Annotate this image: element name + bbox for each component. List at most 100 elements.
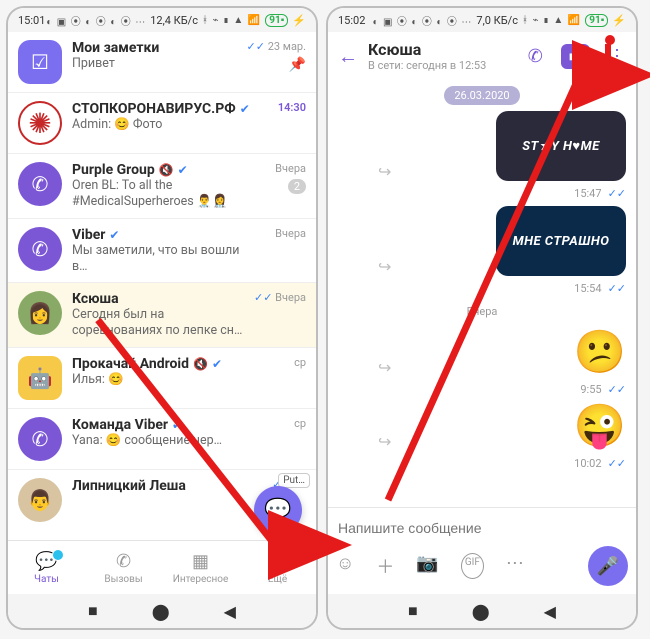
message-input[interactable] xyxy=(336,516,628,546)
status-icons: ◐ ▣ ⦿ ◐ ⦿ ◐ ⦿ ⋯ xyxy=(46,13,146,28)
verified-badge-icon: ✔ xyxy=(172,418,182,432)
chat-title: Команда Viber xyxy=(72,417,168,433)
pin-icon: 📌 xyxy=(289,57,306,73)
sticker-stay-home[interactable]: ST★Y H♥ME xyxy=(496,111,626,181)
back-button[interactable]: ◀ xyxy=(544,602,556,621)
add-media-icon[interactable]: ＋ xyxy=(376,553,394,579)
composer: ☺ ＋ 📷 GIF ⋯ 🎤 xyxy=(328,507,636,594)
charge-icon: ⚡ xyxy=(612,14,626,27)
verified-badge-icon: ✔ xyxy=(178,163,188,177)
chat-row-team[interactable]: ✆ Команда Viber ✔ Yana: 😊 сообщение чер…… xyxy=(8,409,316,470)
sticker-picker-icon[interactable]: ☺ xyxy=(336,553,354,579)
mic-icon: 🎤 xyxy=(597,556,619,577)
verified-badge-icon: ✔ xyxy=(212,357,222,371)
back-arrow-icon[interactable]: ← xyxy=(338,44,358,69)
phone-conversation: 15:02 ◐ ▣ ⦿ ◐ ⦿ ◐ ⦿ ⋯ 7,0 КБ/с ᚼ ⌁ ▮ ▲ 📶… xyxy=(326,6,638,630)
chat-preview: Сегодня был на соревнованиях по лепке сн… xyxy=(72,307,244,338)
avatar-corona-icon: ✺ xyxy=(18,101,62,145)
avatar-photo: 👩 xyxy=(18,291,62,335)
chat-row-purple[interactable]: ✆ Purple Group 🔇 ✔ Oren BL: To all the #… xyxy=(8,154,316,219)
chat-title: Прокачай Android xyxy=(72,356,189,372)
last-seen: В сети: сегодня в 12:53 xyxy=(368,59,486,72)
camera-icon[interactable]: 📷 xyxy=(416,553,438,579)
status-net: 7,0 КБ/с xyxy=(476,14,518,27)
nav-chats[interactable]: 💬 Чаты xyxy=(8,541,85,594)
recents-button[interactable]: ■ xyxy=(88,601,98,621)
muted-icon: 🔇 xyxy=(159,163,174,177)
forward-icon[interactable]: ↪ xyxy=(378,162,391,181)
chat-row-android[interactable]: 🤖 Прокачай Android 🔇 ✔ Илья: 😊 ср xyxy=(8,348,316,409)
status-time: 15:01 xyxy=(18,14,45,27)
chat-title: Viber xyxy=(72,227,105,243)
chat-bubble-icon: 💬 xyxy=(264,498,291,523)
battery-icon: 91▪ xyxy=(585,14,608,27)
chat-row-viber[interactable]: ✆ Viber ✔ Мы заметили, что вы вошли в… В… xyxy=(8,219,316,283)
video-call-button[interactable]: ■• xyxy=(561,44,590,69)
day-separator: Вчера xyxy=(338,305,626,318)
status-signal-icons: ᚼ ⌁ ▮ ▲ 📶 xyxy=(202,15,261,26)
chat-preview: Мы заметили, что вы вошли в… xyxy=(72,243,250,274)
unread-count: 2 xyxy=(288,179,306,194)
chat-preview: Oren BL: To all the #MedicalSuperheroes … xyxy=(72,178,250,210)
forward-icon[interactable]: ↪ xyxy=(378,257,391,276)
home-button[interactable]: ⬤ xyxy=(472,602,490,621)
overflow-menu-icon[interactable]: ⋮ xyxy=(608,46,626,67)
chat-title: СТОПКОРОНАВИРУС.РФ xyxy=(72,101,236,117)
chat-preview: Yana: 😊 сообщение чер… xyxy=(72,433,250,449)
android-navbar: ■ ⬤ ◀ xyxy=(8,594,316,628)
nav-explore[interactable]: ▦ Интересное xyxy=(162,541,239,594)
android-navbar: ■ ⬤ ◀ xyxy=(328,594,636,628)
chat-row-corona[interactable]: ✺ СТОПКОРОНАВИРУС.РФ ✔ Admin: 😊 Фото 14:… xyxy=(8,93,316,154)
conversation-title[interactable]: Ксюша xyxy=(368,40,486,59)
voice-message-button[interactable]: 🎤 xyxy=(588,546,628,586)
date-separator: 26.03.2020 xyxy=(444,86,519,105)
nav-more[interactable]: ≡ Ещё xyxy=(239,541,316,594)
more-composer-icon[interactable]: ⋯ xyxy=(506,553,524,579)
emoji-sticker[interactable]: 😕 xyxy=(574,328,626,377)
voice-call-icon[interactable]: ✆ xyxy=(528,46,543,67)
avatar-viber-icon: ✆ xyxy=(18,162,62,206)
chat-preview: Привет xyxy=(72,56,237,72)
charge-icon: ⚡ xyxy=(292,14,306,27)
msg-meta: 15:47✓✓ xyxy=(574,187,626,200)
notes-icon: ☑ xyxy=(18,40,62,84)
chat-title: Липницкий Леша xyxy=(72,478,186,494)
battery-icon: 91▪ xyxy=(265,14,288,27)
new-chat-fab[interactable]: 💬 xyxy=(254,486,302,534)
msg-meta: 10:02✓✓ xyxy=(574,457,626,470)
forward-icon[interactable]: ↪ xyxy=(378,358,391,377)
status-signal-icons: ᚼ ⌁ ▮ ▲ 📶 xyxy=(522,15,581,26)
explore-icon: ▦ xyxy=(192,551,209,572)
gif-icon[interactable]: GIF xyxy=(461,553,484,579)
phone-chat-list: 15:01 ◐ ▣ ⦿ ◐ ⦿ ◐ ⦿ ⋯ 12,4 КБ/с ᚼ ⌁ ▮ ▲ … xyxy=(6,6,318,630)
chat-title: Purple Group xyxy=(72,162,155,178)
avatar-photo: 👨 xyxy=(18,478,62,522)
verified-badge-icon: ✔ xyxy=(109,228,119,242)
sticker-scared[interactable]: МНЕ СТРАШНО xyxy=(496,206,626,276)
recents-button[interactable]: ■ xyxy=(408,601,418,621)
chat-list[interactable]: ☑ Мои заметки Привет ✓✓ 23 мар. 📌 ✺ СТОП… xyxy=(8,32,316,540)
status-bar: 15:01 ◐ ▣ ⦿ ◐ ⦿ ◐ ⦿ ⋯ 12,4 КБ/с ᚼ ⌁ ▮ ▲ … xyxy=(8,8,316,32)
forward-icon[interactable]: ↪ xyxy=(378,432,391,451)
chat-row-notes[interactable]: ☑ Мои заметки Привет ✓✓ 23 мар. 📌 xyxy=(8,32,316,93)
chat-title: Ксюша xyxy=(72,291,119,307)
read-icon: ✓✓ xyxy=(247,40,265,53)
chat-title: Мои заметки xyxy=(72,40,159,56)
status-net: 12,4 КБ/с xyxy=(150,14,198,27)
chat-row-ksyusha[interactable]: 👩 Ксюша Сегодня был на соревнованиях по … xyxy=(8,283,316,347)
read-icon: ✓✓ xyxy=(254,291,272,304)
msg-meta: 15:54✓✓ xyxy=(574,282,626,295)
avatar-viber-icon: ✆ xyxy=(18,227,62,271)
chat-preview: Илья: 😊 xyxy=(72,372,250,388)
avatar-android-icon: 🤖 xyxy=(18,356,62,400)
calls-icon: ✆ xyxy=(116,551,131,572)
muted-icon: 🔇 xyxy=(193,357,208,371)
conversation-header: ← Ксюша В сети: сегодня в 12:53 ✆ ■• ⋮ xyxy=(328,32,636,80)
msg-meta: 9:55✓✓ xyxy=(580,383,626,396)
avatar-viber-icon: ✆ xyxy=(18,417,62,461)
back-button[interactable]: ◀ xyxy=(224,602,236,621)
message-list[interactable]: 26.03.2020 ↪ ST★Y H♥ME 15:47✓✓ ↪ МНЕ СТР… xyxy=(328,80,636,507)
nav-calls[interactable]: ✆ Вызовы xyxy=(85,541,162,594)
emoji-sticker[interactable]: 😜 xyxy=(574,402,626,451)
home-button[interactable]: ⬤ xyxy=(152,602,170,621)
